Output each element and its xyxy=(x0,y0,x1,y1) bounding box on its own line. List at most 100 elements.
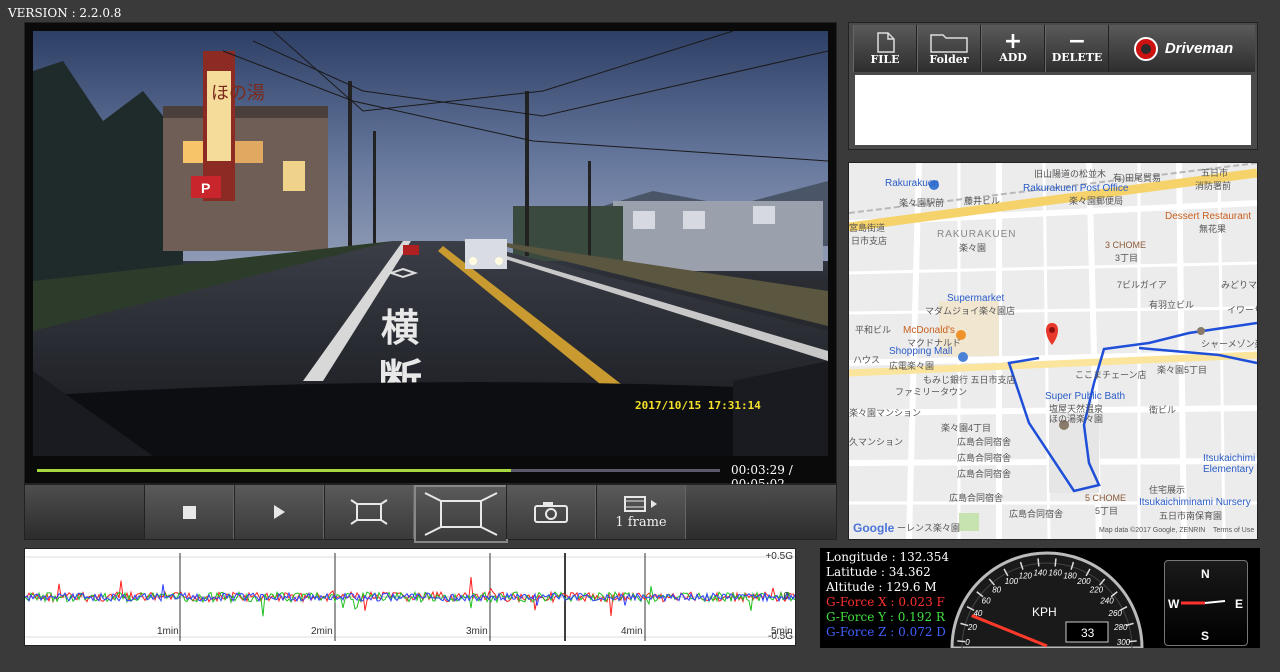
map-label-chome5-jp: 5丁目 xyxy=(1095,506,1119,516)
map-label-super-bath-jp2: ほの湯楽々園 xyxy=(1049,414,1104,424)
speedometer-tick-label: 0 xyxy=(965,638,970,647)
speedometer-tick-label: 100 xyxy=(1005,577,1019,586)
compass: N S E W xyxy=(1164,560,1248,646)
map-label-famima: ファミリータウン xyxy=(895,387,968,397)
folder-button-label: Folder xyxy=(929,53,969,66)
minute-label-4: 4min xyxy=(621,626,643,637)
g-force-graph[interactable]: 1min 2min 3min 4min 5min +0.5G 0 -0.5G xyxy=(24,548,796,646)
map-label-area-en: RAKURAKUEN xyxy=(937,229,1017,240)
map-label-residence: ーレンス楽々園 xyxy=(897,523,960,533)
add-button-label: ADD xyxy=(999,51,1027,64)
graph-mid-label: 0 xyxy=(783,591,789,602)
fit-screen-button[interactable] xyxy=(324,485,414,539)
brand-logo: Driveman xyxy=(1111,25,1255,72)
map-label-midori: みどりマン xyxy=(1221,280,1258,290)
file-button-label: FILE xyxy=(870,53,900,66)
compass-needle-white xyxy=(1204,600,1226,604)
map-label-kuhaus: ハウス xyxy=(853,355,881,365)
map-label-rakurakuen-station-jp: 楽々園駅前 xyxy=(899,198,945,208)
speedometer-tick-label: 60 xyxy=(982,596,991,605)
speedometer-dial: 020406080100120 140 160 1802002202402602803… xyxy=(950,551,1144,650)
folder-button[interactable]: Folder xyxy=(917,25,981,72)
graph-top-label: +0.5G xyxy=(765,551,793,562)
compass-dial: N S E W xyxy=(1168,567,1243,643)
map-terms[interactable]: Terms of Use xyxy=(1213,527,1254,534)
file-button[interactable]: FILE xyxy=(853,25,917,72)
map-label-fujii: 藤井ビル xyxy=(964,196,1001,206)
map-label-kyuzan: 旧山陽道の松並木 xyxy=(1034,169,1107,179)
minute-label-3: 3min xyxy=(466,626,488,637)
add-button[interactable]: + ADD xyxy=(981,25,1045,72)
speedometer: 0 20 40 60 80 100 120 140 160 180 200 220 240 260 280 3… xyxy=(948,550,1146,650)
fullscreen-button[interactable] xyxy=(414,485,508,543)
compass-east: E xyxy=(1235,597,1243,611)
file-panel: FILE Folder + ADD − DELETE Driveman xyxy=(848,22,1258,150)
speedometer-tick-label: 20 xyxy=(967,623,977,632)
map-label-shatou: シャーメゾン楽々園 xyxy=(1201,339,1257,349)
google-logo: Google xyxy=(853,521,895,535)
sign-text: ほの湯 xyxy=(211,83,265,104)
map-label-shibu: 日市支店 xyxy=(851,236,888,246)
minus-icon: − xyxy=(1067,29,1087,54)
map-label-seven: 7ビルガイア xyxy=(1117,280,1167,290)
seek-bar-fill xyxy=(37,469,511,472)
delete-button[interactable]: − DELETE xyxy=(1045,25,1109,72)
speedometer-tick xyxy=(1054,558,1057,567)
map-attribution: Map data ©2017 Google, ZENRIN xyxy=(1099,527,1206,534)
speedometer-tick-label: 260 xyxy=(1108,609,1123,618)
stop-button[interactable] xyxy=(144,485,234,539)
speedometer-tick xyxy=(1037,558,1040,567)
map-label-station: Rakurakuen xyxy=(885,178,939,189)
dashcam-scene: ほの湯 P 横 断 2017/10/15 17:31:14 xyxy=(33,31,828,456)
map-label-dessert: Dessert Restaurant xyxy=(1165,211,1252,222)
compass-north: N xyxy=(1201,567,1210,581)
fit-screen-icon xyxy=(350,499,388,525)
speedometer-tick-label: 140 xyxy=(1033,568,1047,577)
latitude-text: Latitude : 34.362 xyxy=(826,565,931,579)
map-label-chome3: 3 CHOME xyxy=(1105,240,1147,250)
playback-controls: 1 frame xyxy=(24,484,837,543)
fullscreen-icon xyxy=(424,492,498,536)
g-force-z-text: G-Force Z : 0.072 D xyxy=(826,625,946,639)
speedometer-tick-label: 240 xyxy=(1099,596,1114,605)
speed-value: 33 xyxy=(1081,626,1095,640)
seek-bar[interactable] xyxy=(37,469,720,472)
map-label-kumansion: 久マンション xyxy=(849,437,904,447)
map-label-chome5: 5 CHOME xyxy=(1085,493,1127,503)
snapshot-button[interactable] xyxy=(506,485,596,539)
map-label-kou: ここまチェーン店 xyxy=(1075,370,1147,380)
altitude-text: Altitude : 129.6 M xyxy=(826,580,937,594)
map-label-fire: 消防署前 xyxy=(1195,181,1232,191)
brand-name: Driveman xyxy=(1164,40,1234,57)
road-marking-1: 横 xyxy=(381,305,419,350)
map-label-area-jp: 楽々園 xyxy=(959,243,987,253)
map-label-mcd: McDonald's xyxy=(903,325,955,336)
speed-unit: KPH xyxy=(1032,605,1057,619)
map-label-kousha2: 広島合同宿舎 xyxy=(957,453,1012,463)
file-list[interactable] xyxy=(855,75,1251,145)
version-label: VERSION : 2.2.0.8 xyxy=(8,6,122,20)
map-label-kousha5: 広島合同宿舎 xyxy=(1009,509,1064,519)
map-label-jutaku: 住宅展示 xyxy=(1149,485,1186,495)
speedometer-tick-label: 280 xyxy=(1113,623,1128,632)
film-frame-icon xyxy=(624,495,657,512)
speedometer-tick-label: 300 xyxy=(1117,638,1131,647)
map-label-kousha3: 広島合同宿舎 xyxy=(957,469,1012,479)
map-label-mansion: 楽々園マンション xyxy=(849,408,922,418)
video-player[interactable]: ほの湯 P 横 断 2017/10/15 17:31:14 00:03:29 / xyxy=(24,22,837,491)
speedometer-tick-label: 80 xyxy=(992,586,1001,595)
map-label-chome3-jp: 3丁目 xyxy=(1115,253,1139,263)
g-force-plot xyxy=(24,553,796,641)
map-view[interactable]: 旧山陽道の松並木 五日市 消防署前 有)田尾貿易 Rakurakuen Raku… xyxy=(848,162,1258,540)
play-button[interactable] xyxy=(234,485,324,539)
graph-bottom-label: -0.5G xyxy=(767,631,793,642)
longitude-text: Longitude : 132.354 xyxy=(826,550,950,564)
frame-step-button[interactable]: 1 frame xyxy=(596,485,686,539)
map-label-rakubuild: 有羽立ビル xyxy=(1149,300,1195,310)
map-label-rakurakuen5: 楽々園5丁目 xyxy=(1157,365,1208,375)
map-label-post-office-jp: 楽々園郵便局 xyxy=(1069,196,1124,206)
plus-icon: + xyxy=(1003,29,1023,54)
folder-icon xyxy=(930,34,968,53)
speedometer-tick xyxy=(957,640,966,643)
map-label-super-bath: Super Public Bath xyxy=(1045,391,1126,402)
